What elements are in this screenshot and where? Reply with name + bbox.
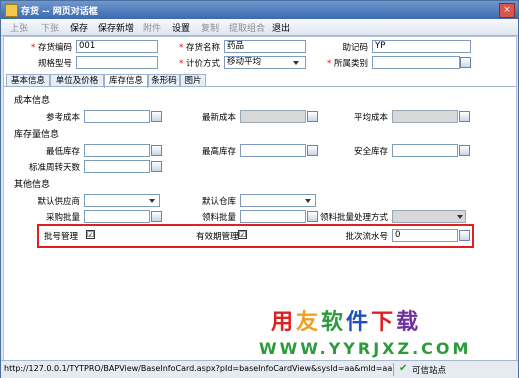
- chevron-down-icon[interactable]: [149, 199, 155, 203]
- calculator-icon[interactable]: [459, 145, 470, 156]
- close-button[interactable]: ×: [499, 3, 515, 18]
- pricing-method-label: * 计价方式: [179, 59, 220, 69]
- chevron-down-icon[interactable]: [293, 61, 299, 65]
- watermark-char: 友: [296, 310, 322, 335]
- save-new-button[interactable]: 保存新增: [98, 21, 134, 34]
- expiry-mgmt-label: 有效期管理: [196, 232, 239, 242]
- default-warehouse-label: 默认仓库: [201, 197, 236, 207]
- attachment-button[interactable]: 附件: [143, 21, 161, 34]
- watermark-char: 载: [396, 310, 422, 335]
- cost-section-title: 成本信息: [14, 96, 51, 106]
- window-title: 存货 -- 网页对话框: [21, 7, 98, 17]
- max-stock-label: 最高库存: [201, 147, 236, 157]
- pick-batch-method-select: [392, 210, 466, 223]
- security-zone: 可信站点: [412, 366, 447, 376]
- settings-button[interactable]: 设置: [172, 21, 190, 34]
- dialog-window: 存货 -- 网页对话框 × 上张 下张 保存 保存新增 附件 设置 复制 提取组…: [0, 0, 519, 378]
- stock-section-title: 库存量信息: [14, 130, 60, 140]
- calculator-icon[interactable]: [459, 230, 470, 241]
- reference-picker-icon[interactable]: [460, 57, 471, 68]
- min-stock-input[interactable]: [84, 144, 150, 157]
- inventory-name-label: * 存货名称: [179, 43, 220, 53]
- max-stock-input[interactable]: [240, 144, 306, 157]
- pick-batch-input[interactable]: [240, 210, 306, 223]
- calculator-icon[interactable]: [307, 145, 318, 156]
- spec-model-label: 规格型号: [37, 59, 72, 69]
- other-section-title: 其他信息: [14, 180, 51, 190]
- ref-cost-label: 参考成本: [45, 113, 80, 123]
- turnover-days-label: 标准周转天数: [28, 163, 80, 173]
- calculator-icon[interactable]: [151, 161, 162, 172]
- pick-batch-label: 领料批量: [201, 213, 236, 223]
- form-content: * 存货编码 001 * 存货名称 药品 助记码 YP 规格型号 * 计价方式 …: [3, 36, 517, 361]
- latest-cost-input: [240, 110, 306, 123]
- avg-cost-input: [392, 110, 458, 123]
- watermark-title: 用友软件下载: [271, 304, 421, 336]
- save-button[interactable]: 保存: [70, 21, 88, 34]
- batch-mgmt-checkbox[interactable]: ☑: [86, 230, 95, 239]
- inventory-name-input[interactable]: 药品: [224, 40, 306, 53]
- next-button[interactable]: 下张: [41, 21, 59, 34]
- title-bar[interactable]: 存货 -- 网页对话框 ×: [1, 1, 518, 19]
- latest-cost-label: 最新成本: [201, 113, 236, 123]
- min-stock-label: 最低库存: [45, 147, 80, 157]
- chevron-down-icon[interactable]: [305, 199, 311, 203]
- spec-model-input[interactable]: [76, 56, 158, 69]
- mnemonic-code-input[interactable]: YP: [372, 40, 471, 53]
- calculator-icon: [307, 111, 318, 122]
- toolbar: 上张 下张 保存 保存新增 附件 设置 复制 提取组合 退出: [1, 19, 518, 36]
- safe-stock-label: 安全库存: [353, 147, 388, 157]
- safe-stock-input[interactable]: [392, 144, 458, 157]
- avg-cost-label: 平均成本: [353, 113, 388, 123]
- ref-cost-input[interactable]: [84, 110, 150, 123]
- watermark-char: 软: [321, 310, 347, 335]
- mnemonic-code-label: 助记码: [342, 43, 368, 53]
- copy-button[interactable]: 复制: [201, 21, 219, 34]
- exit-button[interactable]: 退出: [272, 21, 290, 34]
- default-supplier-label: 默认供应商: [37, 197, 80, 207]
- pick-batch-method-label: 领料批量处理方式: [319, 213, 388, 223]
- tab-divider: [4, 86, 516, 87]
- turnover-days-input[interactable]: [84, 160, 150, 173]
- chevron-down-icon: [457, 215, 463, 219]
- window-icon: [5, 4, 18, 17]
- inventory-code-label: * 存货编码: [31, 43, 72, 53]
- trusted-check-icon: ✔: [399, 363, 408, 374]
- expiry-mgmt-checkbox[interactable]: ☑: [238, 230, 247, 239]
- calculator-icon: [459, 111, 470, 122]
- calculator-icon[interactable]: [151, 211, 162, 222]
- calculator-icon[interactable]: [151, 145, 162, 156]
- status-bar: http://127.0.0.1/TYTPRO/BAPView/BaseInfo…: [1, 360, 518, 378]
- prev-button[interactable]: 上张: [10, 21, 28, 34]
- inventory-code-input[interactable]: 001: [76, 40, 158, 53]
- watermark-char: 件: [346, 310, 372, 335]
- batch-mgmt-label: 批号管理: [44, 232, 79, 242]
- watermark-url: WWW.YYRJXZ.COM: [259, 339, 472, 358]
- watermark-char: 下: [371, 310, 397, 335]
- purchase-batch-input[interactable]: [84, 210, 150, 223]
- category-label: * 所属类别: [327, 59, 368, 69]
- status-divider: [393, 363, 394, 376]
- purchase-batch-label: 采购批量: [45, 213, 80, 223]
- batch-serial-input[interactable]: 0: [392, 229, 458, 242]
- status-url: http://127.0.0.1/TYTPRO/BAPView/BaseInfo…: [4, 364, 394, 373]
- extract-combo-button[interactable]: 提取组合: [229, 21, 265, 34]
- watermark-char: 用: [271, 310, 297, 335]
- batch-serial-label: 批次流水号: [345, 232, 388, 242]
- category-input[interactable]: [372, 56, 460, 69]
- calculator-icon[interactable]: [151, 111, 162, 122]
